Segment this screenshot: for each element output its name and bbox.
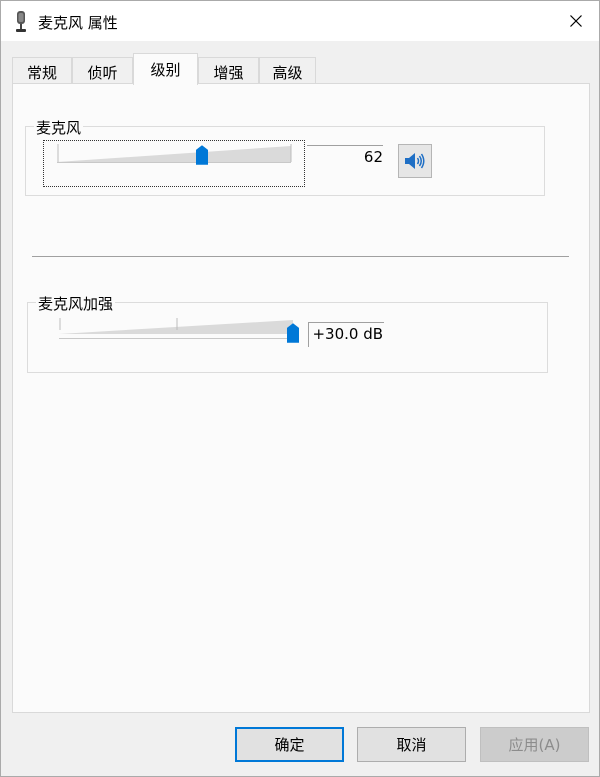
tab-advanced[interactable]: 高级 <box>259 57 316 85</box>
microphone-icon <box>16 11 26 32</box>
microphone-boost-value[interactable]: +30.0 dB <box>309 325 383 343</box>
tab-levels[interactable]: 级别 <box>133 53 198 85</box>
tab-bar: 常规 侦听 级别 增强 高级 <box>12 53 590 85</box>
close-button[interactable] <box>553 1 599 41</box>
cancel-button[interactable]: 取消 <box>357 727 466 762</box>
level-value-border <box>307 145 383 146</box>
tab-listen[interactable]: 侦听 <box>72 57 133 85</box>
microphone-boost-slider-thumb[interactable] <box>287 323 299 343</box>
boost-value-border-top <box>308 322 384 323</box>
title-bar[interactable]: 麦克风 属性 <box>1 1 599 41</box>
levels-panel: 麦克风 62 麦克风加强 +30.0 dB <box>12 83 590 713</box>
tab-enhancements[interactable]: 增强 <box>198 57 259 85</box>
window-title: 麦克风 属性 <box>38 14 118 32</box>
close-icon <box>570 15 582 27</box>
microphone-level-value[interactable]: 62 <box>307 148 383 166</box>
speaker-icon <box>405 153 425 169</box>
tab-general[interactable]: 常规 <box>12 57 72 85</box>
mute-button[interactable] <box>398 144 432 178</box>
microphone-slider-thumb[interactable] <box>196 145 208 165</box>
microphone-boost-slider[interactable] <box>59 316 295 342</box>
microphone-group-label: 麦克风 <box>34 117 84 138</box>
microphone-boost-group-label: 麦克风加强 <box>36 293 116 314</box>
microphone-level-slider[interactable] <box>57 142 293 166</box>
section-separator <box>32 256 569 257</box>
apply-button[interactable]: 应用(A) <box>480 727 589 762</box>
properties-dialog: 麦克风 属性 常规 侦听 级别 增强 高级 麦克风 62 麦克风加强 +30.0… <box>0 0 600 777</box>
ok-button[interactable]: 确定 <box>235 727 344 762</box>
